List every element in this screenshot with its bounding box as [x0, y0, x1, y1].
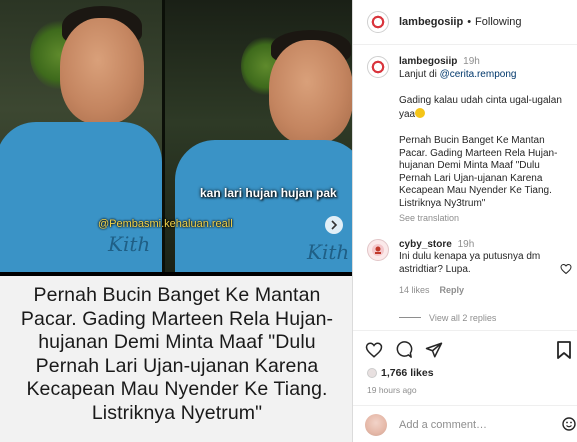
likes-count[interactable]: 1,766 likes [367, 367, 434, 379]
shirt-brand-left: Kith [108, 232, 151, 256]
video-frame[interactable]: Kith Kith kan lari hujan hujan pak @Pemb… [0, 0, 352, 272]
caption-card: Pernah Bucin Banget Ke Mantan Pacar. Gad… [0, 272, 352, 442]
following-button[interactable]: Following [475, 16, 521, 28]
post-sidebar: lambegosiip • Following lambegosiip 19h … [352, 0, 577, 442]
viewer-avatar [365, 413, 387, 436]
post-header: lambegosiip • Following [353, 0, 577, 45]
view-replies-link[interactable]: View all 2 replies [399, 313, 566, 323]
comment-bubble-icon[interactable] [395, 341, 413, 359]
comment-text: Ini dulu kenapa ya putusnya dm astridtia… [399, 251, 541, 275]
see-translation-link[interactable]: See translation [399, 212, 566, 225]
caption-mention-link[interactable]: @cerita.rempong [440, 69, 517, 80]
video-credit-watermark: @Pembasmi.kehaluan.reall [98, 218, 233, 230]
comments-section[interactable]: lambegosiip 19h Lanjut di @cerita.rempon… [353, 46, 577, 326]
caption-para3: Pernah Bucin Banget Ke Mantan Pacar. Gad… [399, 135, 558, 209]
smiling-emoji-icon [415, 107, 426, 118]
author-avatar[interactable] [367, 11, 389, 33]
store-logo-icon [372, 243, 384, 256]
liker-avatar [367, 368, 377, 378]
video-panel-left: Kith [0, 0, 162, 272]
video-panel-right: Kith [165, 0, 352, 272]
caption-card-text: Pernah Bucin Banget Ke Mantan Pacar. Gad… [20, 284, 334, 424]
author-username[interactable]: lambegosiip [399, 16, 463, 28]
chevron-right-icon [331, 220, 338, 230]
likes-count-text: 1,766 likes [381, 367, 434, 379]
comment-like-heart-icon[interactable] [560, 263, 572, 275]
caption-line1-prefix: Lanjut di [399, 68, 440, 80]
comment-time[interactable]: 19h [458, 239, 475, 250]
like-heart-icon[interactable] [365, 341, 383, 359]
view-replies-label: View all 2 replies [429, 312, 497, 323]
shirt-brand-right: Kith [307, 240, 350, 264]
posted-time[interactable]: 19 hours ago [367, 385, 417, 395]
video-subtitle: kan lari hujan hujan pak [200, 186, 337, 200]
add-comment-input[interactable] [399, 418, 549, 431]
commenter-username[interactable]: cyby_store [399, 239, 452, 250]
caption-username[interactable]: lambegosiip [399, 56, 457, 67]
commenter-avatar[interactable] [367, 238, 389, 261]
post-caption: lambegosiip 19h Lanjut di @cerita.rempon… [367, 56, 566, 225]
share-send-icon[interactable] [425, 341, 443, 359]
caption-avatar[interactable] [367, 56, 389, 78]
carousel-next-button[interactable] [325, 216, 343, 234]
post-media: Kith Kith kan lari hujan hujan pak @Pemb… [0, 0, 352, 442]
comment-item: cyby_store 19h Ini dulu kenapa ya putusn… [367, 238, 572, 297]
comment-likes[interactable]: 14 likes [399, 285, 430, 295]
header-separator: • [467, 16, 472, 28]
save-bookmark-icon[interactable] [556, 341, 572, 359]
caption-time[interactable]: 19h [463, 56, 480, 67]
post-actions: 1,766 likes 19 hours ago [353, 330, 577, 442]
add-comment-bar [353, 405, 577, 442]
comment-reply-button[interactable]: Reply [440, 285, 465, 295]
instagram-post-modal: Kith Kith kan lari hujan hujan pak @Pemb… [0, 0, 577, 442]
emoji-picker-icon[interactable] [562, 416, 576, 432]
